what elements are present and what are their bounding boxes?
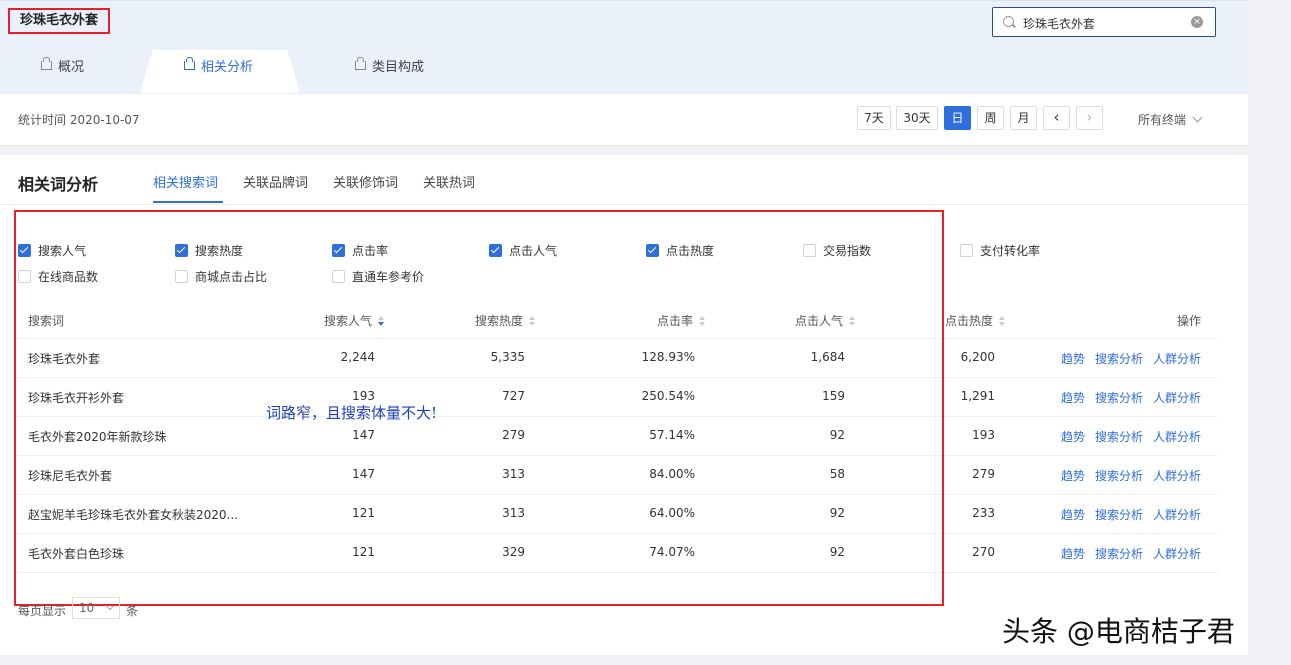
bag-icon (41, 57, 52, 70)
crowd-analysis-link[interactable]: 人群分析 (1153, 428, 1201, 445)
trend-link[interactable]: 趋势 (1061, 545, 1085, 562)
crowd-analysis-link[interactable]: 人群分析 (1153, 545, 1201, 562)
subtab-underline (153, 201, 223, 203)
watermark: 头条 @电商桔子君 (1002, 615, 1235, 648)
tab-label: 类目构成 (372, 60, 425, 75)
crowd-analysis-link[interactable]: 人群分析 (1153, 389, 1201, 406)
search-analysis-link[interactable]: 搜索分析 (1095, 467, 1143, 484)
highlight-box (14, 210, 944, 606)
checkbox-icon (960, 244, 973, 257)
next-button[interactable]: › (1076, 106, 1103, 130)
page-title: 珍珠毛衣外套 (8, 8, 111, 34)
period-day-button[interactable]: 日 (944, 106, 971, 130)
pager-suffix: 条 (126, 604, 139, 618)
bag-icon (184, 57, 195, 70)
search-analysis-link[interactable]: 搜索分析 (1095, 428, 1143, 445)
crowd-analysis-link[interactable]: 人群分析 (1153, 506, 1201, 523)
search-analysis-link[interactable]: 搜索分析 (1095, 350, 1143, 367)
period-week-button[interactable]: 周 (977, 106, 1004, 130)
sort-icon[interactable] (999, 316, 1006, 326)
search-analysis-link[interactable]: 搜索分析 (1095, 506, 1143, 523)
annotation-text: 词路窄，且搜索体量不大! (266, 404, 438, 422)
trend-link[interactable]: 趋势 (1061, 428, 1085, 445)
bag-icon (355, 57, 366, 70)
stat-time: 统计时间 2020-10-07 (18, 113, 140, 127)
chevron-down-icon (105, 601, 115, 611)
tab-overview[interactable]: 概况 (41, 50, 84, 93)
terminal-select[interactable]: 所有终端 (1138, 111, 1203, 128)
trend-link[interactable]: 趋势 (1061, 506, 1085, 523)
search-box[interactable]: × (992, 7, 1216, 37)
period-month-button[interactable]: 月 (1010, 106, 1037, 130)
search-icon (1003, 16, 1014, 27)
search-analysis-link[interactable]: 搜索分析 (1095, 545, 1143, 562)
tab-category[interactable]: 类目构成 (355, 50, 424, 93)
subtab-brand[interactable]: 关联品牌词 (243, 172, 308, 191)
page-size-value: 10 (79, 601, 95, 615)
trend-link[interactable]: 趋势 (1061, 467, 1085, 484)
metric-label: 支付转化率 (980, 244, 1041, 258)
divider (0, 204, 1248, 205)
section-title: 相关词分析 (18, 175, 99, 194)
page-size-select[interactable]: 10 (72, 597, 120, 619)
metric-checkbox[interactable]: 支付转化率 (960, 242, 1040, 258)
pager-prefix: 每页显示 (18, 604, 67, 618)
tab-related-analysis[interactable]: 相关分析 (184, 50, 253, 93)
crowd-analysis-link[interactable]: 人群分析 (1153, 467, 1201, 484)
period-30d-button[interactable]: 30天 (896, 106, 938, 130)
prev-button[interactable]: ‹ (1043, 106, 1070, 130)
search-analysis-link[interactable]: 搜索分析 (1095, 389, 1143, 406)
tab-label: 相关分析 (201, 60, 254, 75)
search-input[interactable] (1021, 12, 1185, 34)
period-7d-button[interactable]: 7天 (857, 106, 891, 130)
terminal-label: 所有终端 (1138, 113, 1187, 127)
crowd-analysis-link[interactable]: 人群分析 (1153, 350, 1201, 367)
trend-link[interactable]: 趋势 (1061, 389, 1085, 406)
tab-label: 概况 (58, 60, 85, 75)
subtab-related-search[interactable]: 相关搜索词 (153, 172, 218, 191)
chevron-down-icon (1192, 112, 1203, 123)
trend-link[interactable]: 趋势 (1061, 350, 1085, 367)
subtab-hot[interactable]: 关联热词 (423, 172, 475, 191)
col-header-click-heat[interactable]: 点击热度 (945, 312, 1006, 329)
col-header-label: 点击热度 (945, 314, 994, 328)
clear-icon[interactable]: × (1191, 16, 1203, 28)
subtab-modifier[interactable]: 关联修饰词 (333, 172, 398, 191)
col-header-actions: 操作 (1177, 314, 1202, 328)
